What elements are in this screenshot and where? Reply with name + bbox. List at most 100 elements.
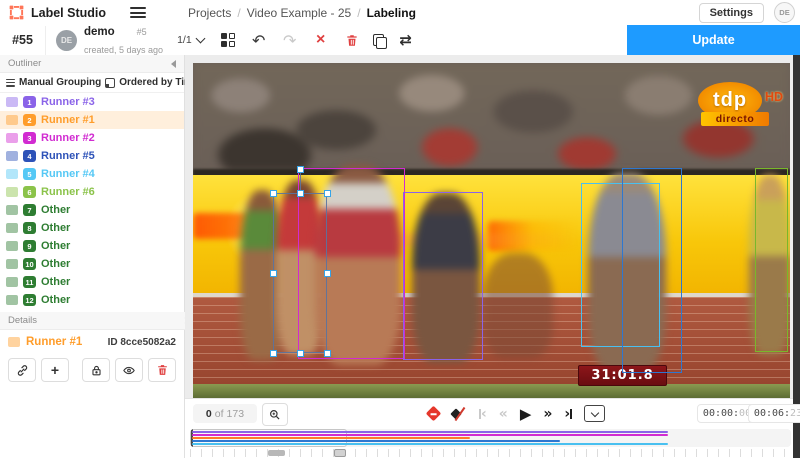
region-row-1[interactable]: 1 Runner #3: [0, 93, 184, 111]
keyframe-remove-button[interactable]: [426, 406, 442, 422]
region-label: Other: [41, 258, 70, 270]
breadcrumb-separator: /: [237, 6, 240, 20]
undo-button[interactable]: ↶: [249, 30, 269, 50]
resize-handle[interactable]: [324, 190, 331, 197]
region-row-2[interactable]: 2 Runner #1: [0, 111, 184, 129]
frame-total: 173: [227, 408, 245, 420]
link-region-button[interactable]: [8, 358, 36, 382]
resize-handle[interactable]: [297, 350, 304, 357]
reject-button[interactable]: ×: [311, 30, 331, 50]
user-avatar[interactable]: DE: [774, 2, 795, 23]
step-back-button[interactable]: «: [499, 409, 508, 419]
bbox-runner-3[interactable]: [403, 192, 483, 360]
duplicate-button[interactable]: [373, 34, 385, 47]
right-panel-collapsed-strip[interactable]: [793, 55, 800, 458]
region-shape-icon: [6, 223, 18, 233]
region-id: ID 8cce5082a2: [108, 337, 176, 348]
resize-handle[interactable]: [297, 190, 304, 197]
keyframe-toggle-button[interactable]: [451, 407, 467, 421]
bbox-runner-1-selected[interactable]: [273, 193, 327, 353]
step-forward-button[interactable]: »: [543, 409, 552, 419]
compare-swap-button[interactable]: ⇄: [396, 30, 416, 50]
timeline-bar-runner-2: [192, 434, 668, 436]
region-row-10[interactable]: 10 Other: [0, 255, 184, 273]
bbox-runner-5[interactable]: [622, 168, 682, 373]
manual-grouping-label: Manual Grouping: [19, 77, 101, 88]
breadcrumb-item[interactable]: Projects: [188, 6, 231, 20]
region-index-badge: 12: [23, 294, 36, 306]
region-label: Runner #3: [41, 96, 95, 108]
add-relation-button[interactable]: +: [41, 358, 69, 382]
region-row-5[interactable]: 5Runner #4: [0, 165, 184, 183]
zoom-tool-button[interactable]: [262, 403, 288, 426]
region-label: Runner #5: [41, 150, 95, 162]
time-total-main: 00:06:: [754, 408, 790, 419]
frame-counter-input[interactable]: 0 of 173: [193, 404, 257, 423]
region-index-badge: 10: [23, 258, 36, 270]
details-title: Details: [8, 315, 37, 326]
timeline-ruler[interactable]: [190, 449, 791, 457]
annotator-name: demo: [84, 26, 115, 38]
region-label: Other: [41, 294, 70, 306]
redo-button[interactable]: ↷: [280, 30, 300, 50]
settings-button[interactable]: Settings: [699, 3, 764, 23]
resize-handle[interactable]: [324, 270, 331, 277]
created-text: created, 5 days ago: [84, 45, 163, 55]
timeline-bar-runner-3: [192, 431, 668, 433]
resize-handle[interactable]: [270, 270, 277, 277]
resize-handle[interactable]: [270, 350, 277, 357]
annotation-pager[interactable]: 1/1: [177, 34, 204, 46]
region-row-11[interactable]: 11Other: [0, 273, 184, 291]
resize-handle[interactable]: [270, 190, 277, 197]
bbox-layer: [193, 63, 790, 398]
region-row-6[interactable]: 6Runner #6: [0, 183, 184, 201]
region-label: Runner #1: [41, 114, 95, 126]
timeline-seek-handle[interactable]: [334, 449, 346, 457]
timeline-bar-runner-4: [192, 443, 668, 445]
play-button[interactable]: ▶: [520, 405, 532, 423]
delete-annotation-button[interactable]: [342, 30, 362, 50]
timeline-scroll-thumb[interactable]: [268, 450, 285, 456]
region-row-12[interactable]: 12 Other: [0, 291, 184, 309]
resize-handle[interactable]: [324, 350, 331, 357]
region-row-8[interactable]: 8Other: [0, 219, 184, 237]
manual-grouping-button[interactable]: Manual Grouping: [6, 77, 101, 88]
view-all-grid-button[interactable]: [218, 30, 238, 50]
lock-region-button[interactable]: [82, 358, 110, 382]
collapse-panel-icon[interactable]: [171, 60, 176, 68]
region-row-3[interactable]: 3Runner #2: [0, 129, 184, 147]
timeline: [185, 426, 793, 458]
region-index-badge: 2: [23, 114, 36, 126]
timeline-track[interactable]: [190, 429, 791, 447]
region-row-4[interactable]: 4 Runner #5: [0, 147, 184, 165]
rotation-handle[interactable]: [297, 166, 304, 173]
timeline-bar-runner-5: [192, 440, 560, 442]
collapse-timeline-button[interactable]: [584, 405, 605, 422]
region-row-7[interactable]: 7Other: [0, 201, 184, 219]
task-id: #55: [0, 26, 46, 55]
region-index-badge: 5: [23, 168, 36, 180]
region-index-badge: 3: [23, 132, 36, 144]
outliner-toolbar: Manual Grouping Ordered by Time ↑: [0, 73, 184, 93]
region-index-badge: 1: [23, 96, 36, 108]
delete-region-button[interactable]: [148, 358, 176, 382]
menu-hamburger-icon[interactable]: [130, 7, 146, 18]
goto-start-button[interactable]: ‹: [479, 409, 487, 419]
goto-end-button[interactable]: ›: [564, 409, 572, 419]
actions-spacer: [74, 358, 77, 382]
region-row-9[interactable]: 9Other: [0, 237, 184, 255]
video-canvas[interactable]: tdp HD directo 31:01.8: [193, 63, 790, 398]
transport-controls: ‹ « ▶ » ›: [428, 403, 605, 424]
details-region-row[interactable]: Runner #1 ID 8cce5082a2: [0, 332, 184, 352]
annotator-avatar[interactable]: DE: [56, 30, 77, 51]
bbox-runner-6[interactable]: [755, 168, 788, 352]
breadcrumb-separator: /: [357, 6, 360, 20]
region-index-badge: 4: [23, 150, 36, 162]
breadcrumb-item[interactable]: Video Example - 25: [247, 6, 352, 20]
region-shape-icon: [6, 115, 18, 125]
hide-region-button[interactable]: [115, 358, 143, 382]
region-shape-icon: [6, 151, 18, 161]
region-index-badge: 9: [23, 240, 36, 252]
frame-current: 0: [206, 408, 212, 420]
update-button[interactable]: Update: [627, 25, 800, 55]
